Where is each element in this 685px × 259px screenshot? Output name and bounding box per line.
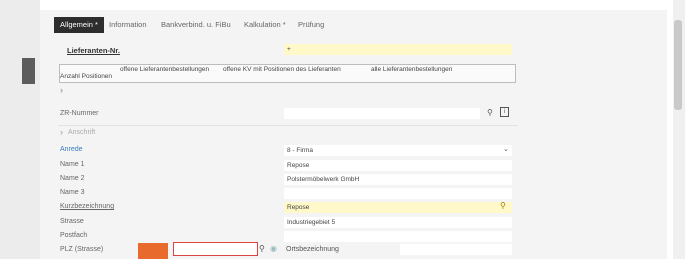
cursor-highlight-marker	[138, 243, 168, 259]
search-icon[interactable]: ⚲	[500, 201, 506, 210]
positions-table-header: Anzahl Positionen offene Lieferantenbest…	[59, 64, 516, 83]
name2-field[interactable]: Polstermöbelwerk GmbH	[284, 174, 512, 185]
plz-strasse-label: PLZ (Strasse)	[60, 246, 104, 253]
anrede-select[interactable]: 8 - Firma	[284, 145, 512, 156]
postfach-label: Postfach	[60, 232, 88, 239]
lieferanten-nr-label: Lieferanten-Nr.	[67, 46, 120, 55]
col-offene-kv: offene KV mit Positionen des Lieferanten	[223, 66, 341, 73]
kurzbezeichnung-field[interactable]: Repose	[284, 202, 512, 213]
name3-label: Name 3	[60, 189, 85, 196]
location-icon[interactable]: ◉	[270, 244, 277, 253]
nav-marker	[22, 58, 35, 84]
zr-nummer-label: ZR-Nummer	[60, 110, 99, 117]
chevron-right-icon[interactable]: ›	[60, 85, 63, 95]
section-divider	[58, 125, 518, 126]
search-icon[interactable]: ⚲	[259, 244, 265, 253]
tab-allgemein[interactable]: Allgemein *	[54, 17, 104, 33]
details-icon[interactable]: i	[500, 107, 509, 117]
name3-field[interactable]	[284, 188, 512, 199]
scrollbar-thumb[interactable]	[674, 20, 682, 110]
chevron-down-icon[interactable]: ⌄	[503, 145, 509, 153]
name1-field[interactable]: Repose	[284, 160, 512, 171]
tab-bankverbindung[interactable]: Bankverbind. u. FiBu	[155, 17, 237, 33]
zr-nummer-field[interactable]	[284, 108, 480, 119]
strasse-field[interactable]: Industriegebiet 5	[284, 217, 512, 228]
kurzbezeichnung-label: Kurzbezeichnung	[60, 203, 115, 210]
left-nav-strip	[0, 0, 40, 259]
anrede-label[interactable]: Anrede	[60, 146, 83, 153]
col-anzahl-positionen: Anzahl Positionen	[60, 73, 113, 80]
col-alle-lieferantenbestellungen: alle Lieferantenbestellungen	[371, 66, 453, 73]
tab-kalkulation[interactable]: Kalkulation *	[238, 17, 292, 33]
scrollbar[interactable]	[673, 0, 685, 259]
lieferanten-nr-field[interactable]: +	[284, 44, 512, 55]
strasse-label: Strasse	[60, 218, 84, 225]
postfach-field[interactable]	[284, 231, 512, 242]
search-icon[interactable]: ⚲	[487, 108, 493, 117]
name1-label: Name 1	[60, 161, 85, 168]
plz-strasse-field[interactable]	[173, 242, 258, 256]
chevron-right-icon[interactable]: ›	[60, 127, 63, 137]
ortsbezeichnung-field[interactable]	[400, 244, 512, 255]
name2-label: Name 2	[60, 175, 85, 182]
tab-information[interactable]: Information	[103, 17, 153, 33]
tab-pruefung[interactable]: Prüfung	[292, 17, 330, 33]
col-offene-lieferantenbestellungen: offene Lieferantenbestellungen	[120, 66, 210, 73]
ortsbezeichnung-label: Ortsbezeichnung	[286, 246, 339, 253]
section-anschrift[interactable]: Anschrift	[68, 129, 95, 136]
